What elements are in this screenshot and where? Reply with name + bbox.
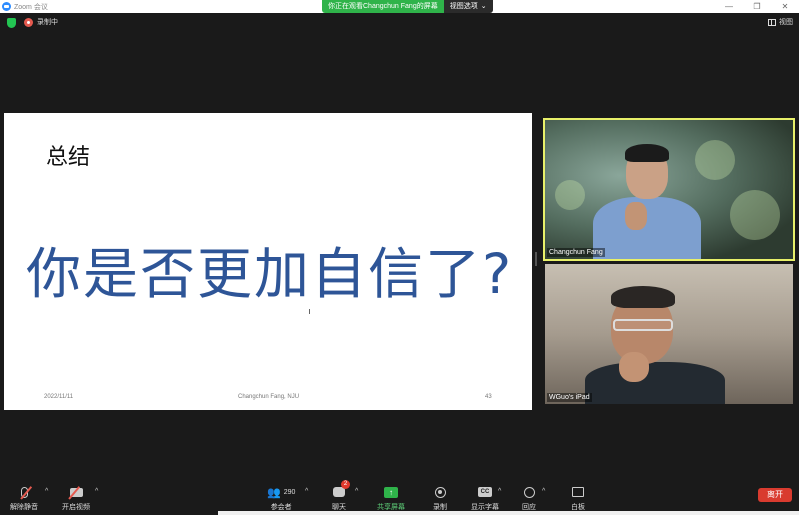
minimize-button[interactable]: —: [715, 0, 743, 13]
background-bokeh: [730, 190, 780, 240]
chat-button[interactable]: 2 聊天: [332, 480, 350, 512]
app-title: Zoom 会议: [2, 1, 48, 12]
view-options-label: 视图选项: [449, 3, 478, 10]
participants-count: 290: [283, 488, 296, 496]
participant-body: [593, 197, 701, 259]
participants-button[interactable]: 👥 290 参会者: [267, 485, 295, 512]
slide-title: 总结: [46, 145, 91, 170]
closed-captions-icon: CC: [478, 487, 492, 497]
participant-hand: [625, 202, 647, 230]
captions-button[interactable]: CC 显示字幕: [471, 485, 499, 512]
record-button[interactable]: 录制: [433, 485, 447, 512]
grid-view-icon: [768, 18, 776, 26]
zoom-logo-icon: [2, 2, 11, 11]
share-screen-button[interactable]: ↑ 共享屏幕: [377, 485, 405, 512]
participant-glasses: [613, 319, 673, 331]
video-tile-participant[interactable]: WGuo's iPad: [545, 264, 793, 404]
whiteboard-icon: [572, 487, 584, 497]
leave-meeting-button[interactable]: 离开: [758, 488, 792, 502]
record-dot-icon: [24, 17, 33, 27]
shared-screen-slide: 总结 你是否更加自信了? 2022/11/11 Changchun Fang, …: [4, 113, 532, 410]
reactions-options-caret[interactable]: ^: [542, 488, 545, 495]
slide-footer-author: Changchun Fang, NJU: [238, 394, 300, 400]
slide-question: 你是否更加自信了?: [26, 242, 514, 306]
window-title: Zoom 会议: [14, 3, 48, 11]
video-off-icon: [69, 487, 83, 497]
slide-footer-date: 2022/11/11: [44, 394, 74, 400]
participant-body: [585, 362, 725, 404]
reactions-button[interactable]: 回应: [522, 485, 536, 512]
unmute-button[interactable]: 解除静音: [10, 485, 38, 512]
mouse-cursor-icon: [309, 309, 312, 314]
microphone-muted-icon: [20, 486, 28, 498]
split-view-handle[interactable]: [535, 252, 537, 266]
close-button[interactable]: ✕: [771, 0, 799, 13]
background-bokeh: [695, 140, 735, 180]
participants-icon: 👥: [267, 486, 281, 499]
participant-hand: [619, 352, 649, 382]
os-taskbar-edge: [218, 511, 799, 515]
view-label: 视图: [779, 19, 793, 26]
participant-hair: [611, 286, 675, 308]
record-icon: [434, 486, 446, 498]
captions-options-caret[interactable]: ^: [498, 488, 501, 495]
chat-unread-badge: 2: [341, 480, 350, 489]
participant-name-tag: Changchun Fang: [547, 248, 605, 257]
participant-hair: [625, 144, 669, 162]
view-options-button[interactable]: 视图选项 ⌄: [443, 0, 493, 13]
meeting-toolbar: 解除静音 ^ 开启视频 ^ 👥 290 参会者 ^ 2 聊天 ^ ↑ 共享屏幕 录…: [0, 480, 799, 515]
security-shield-icon[interactable]: [7, 18, 16, 28]
recording-label: 录制中: [37, 19, 58, 26]
chevron-down-icon: ⌄: [480, 3, 487, 10]
start-video-label: 开启视频: [62, 504, 90, 511]
participant-name-tag: WGuo's iPad: [547, 393, 592, 402]
view-button[interactable]: 视图: [768, 17, 793, 27]
meeting-status-bar: 录制中 视图: [0, 14, 799, 32]
chat-options-caret[interactable]: ^: [355, 488, 358, 495]
unmute-label: 解除静音: [10, 504, 38, 511]
share-screen-icon: ↑: [384, 486, 398, 498]
reaction-smiley-icon: [523, 486, 535, 498]
screen-share-banner: 你正在观看Changchun Fang的屏幕 视图选项 ⌄: [322, 0, 493, 13]
background-bokeh: [555, 180, 585, 210]
start-video-button[interactable]: 开启视频: [62, 485, 90, 512]
window-controls: — ❐ ✕: [715, 0, 799, 13]
recording-indicator[interactable]: 录制中: [24, 17, 58, 27]
participants-options-caret[interactable]: ^: [305, 488, 308, 495]
video-tile-active-speaker[interactable]: Changchun Fang: [543, 118, 795, 261]
slide-page-number: 43: [485, 394, 492, 400]
video-options-caret[interactable]: ^: [95, 488, 98, 495]
audio-options-caret[interactable]: ^: [45, 488, 48, 495]
restore-button[interactable]: ❐: [743, 0, 771, 13]
whiteboard-button[interactable]: 白板: [571, 485, 585, 512]
viewing-share-text: 你正在观看Changchun Fang的屏幕: [322, 0, 444, 13]
